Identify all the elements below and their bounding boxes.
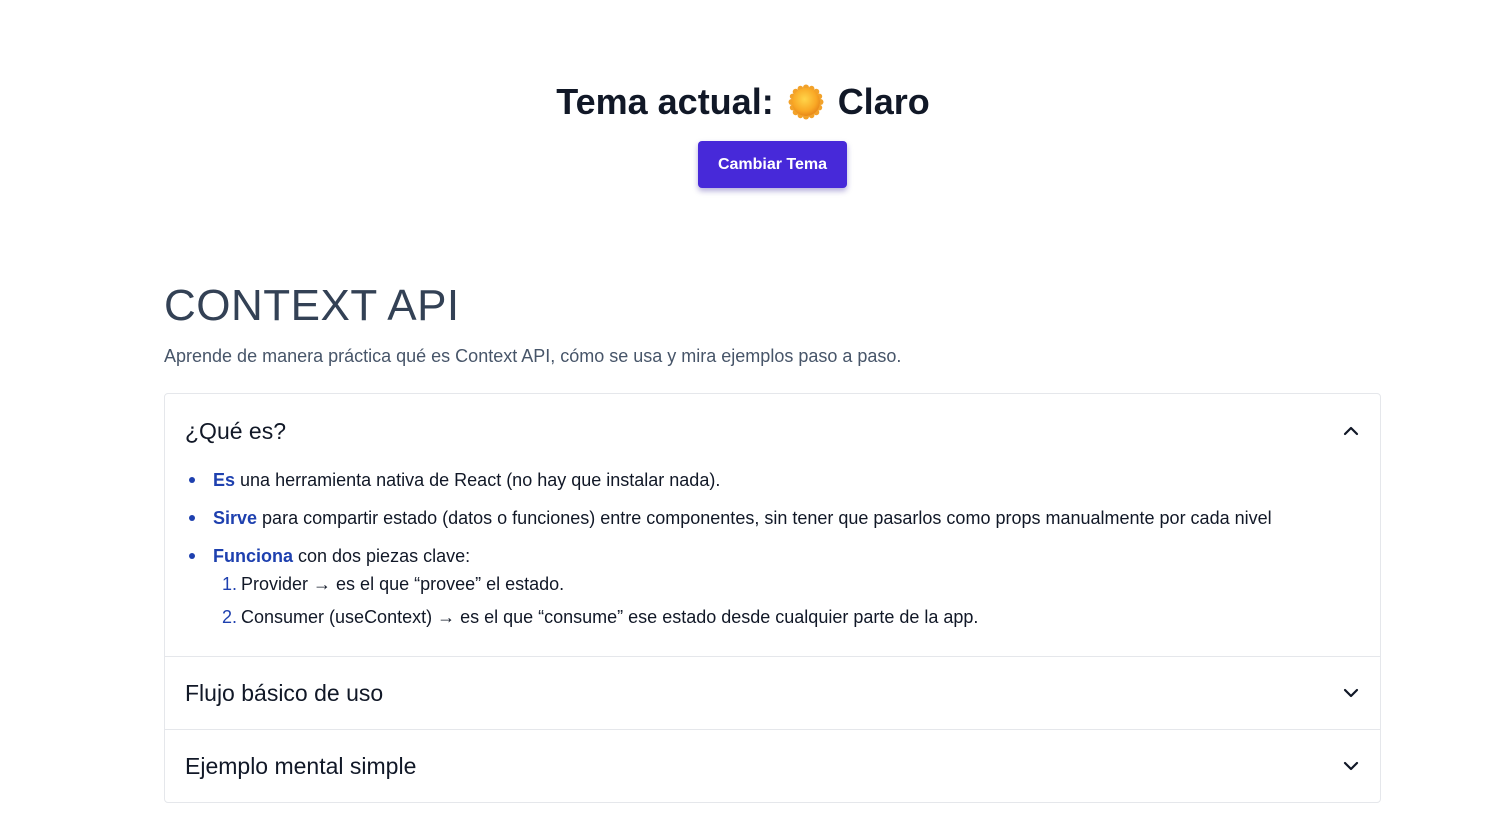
chevron-down-icon[interactable] — [1342, 684, 1360, 702]
step-text: Provider → es el que “provee” el estado. — [241, 574, 565, 594]
steps-list: 1. Provider → es el que “provee” el estad… — [185, 572, 1360, 629]
list-item: Sirve para compartir estado (datos o fun… — [189, 506, 1360, 530]
item-text: con dos piezas clave: — [293, 546, 471, 566]
accordion-header-que-es[interactable]: ¿Qué es? — [165, 394, 1380, 468]
list-item: Funciona con dos piezas clave: — [189, 544, 1360, 568]
keyword: Sirve — [213, 508, 258, 528]
accordion-item-flujo: Flujo básico de uso — [165, 656, 1380, 729]
step-number: 2. — [222, 607, 238, 627]
keyword: Es — [213, 470, 236, 490]
keyword: Funciona — [213, 546, 293, 566]
theme-title-label: Tema actual: — [556, 81, 774, 122]
theme-header: Tema actual: Claro — [0, 80, 1486, 124]
accordion-body-que-es: Es una herramienta nativa de React (no h… — [165, 468, 1380, 656]
accordion-title: ¿Qué es? — [185, 417, 286, 444]
accordion: ¿Qué es? Es una herramienta nativa de Re… — [164, 393, 1381, 803]
item-text: para compartir estado (datos o funciones… — [257, 508, 1272, 528]
current-theme-value: Claro — [837, 81, 930, 122]
section-subtitle: Aprende de manera práctica qué es Contex… — [164, 346, 902, 366]
chevron-down-icon[interactable] — [1342, 757, 1360, 775]
context-api-section: CONTEXT API Aprende de manera práctica q… — [164, 280, 1381, 368]
step-item: 2. Consumer (useContext) → es el que “con… — [222, 605, 1360, 629]
section-title: CONTEXT API — [164, 281, 460, 330]
item-text: una herramienta nativa de React (no hay … — [235, 470, 721, 490]
chevron-up-icon[interactable] — [1342, 422, 1360, 440]
accordion-header-ejemplo[interactable]: Ejemplo mental simple — [165, 730, 1380, 802]
accordion-header-flujo[interactable]: Flujo básico de uso — [165, 657, 1380, 729]
step-text: Consumer (useContext) → es el que “consu… — [241, 607, 979, 627]
change-theme-button[interactable]: Cambiar Tema — [698, 141, 847, 188]
theme-title: Tema actual: Claro — [556, 80, 929, 124]
accordion-title: Flujo básico de uso — [185, 679, 384, 706]
accordion-item-que-es: ¿Qué es? Es una herramienta nativa de Re… — [165, 394, 1380, 656]
feature-list: Es una herramienta nativa de React (no h… — [185, 468, 1360, 568]
accordion-item-ejemplo: Ejemplo mental simple — [165, 729, 1380, 802]
step-number: 1. — [222, 574, 238, 594]
step-item: 1. Provider → es el que “provee” el estad… — [222, 572, 1360, 596]
list-item: Es una herramienta nativa de React (no h… — [189, 468, 1360, 492]
accordion-title: Ejemplo mental simple — [185, 752, 417, 779]
sun-icon — [788, 84, 824, 120]
